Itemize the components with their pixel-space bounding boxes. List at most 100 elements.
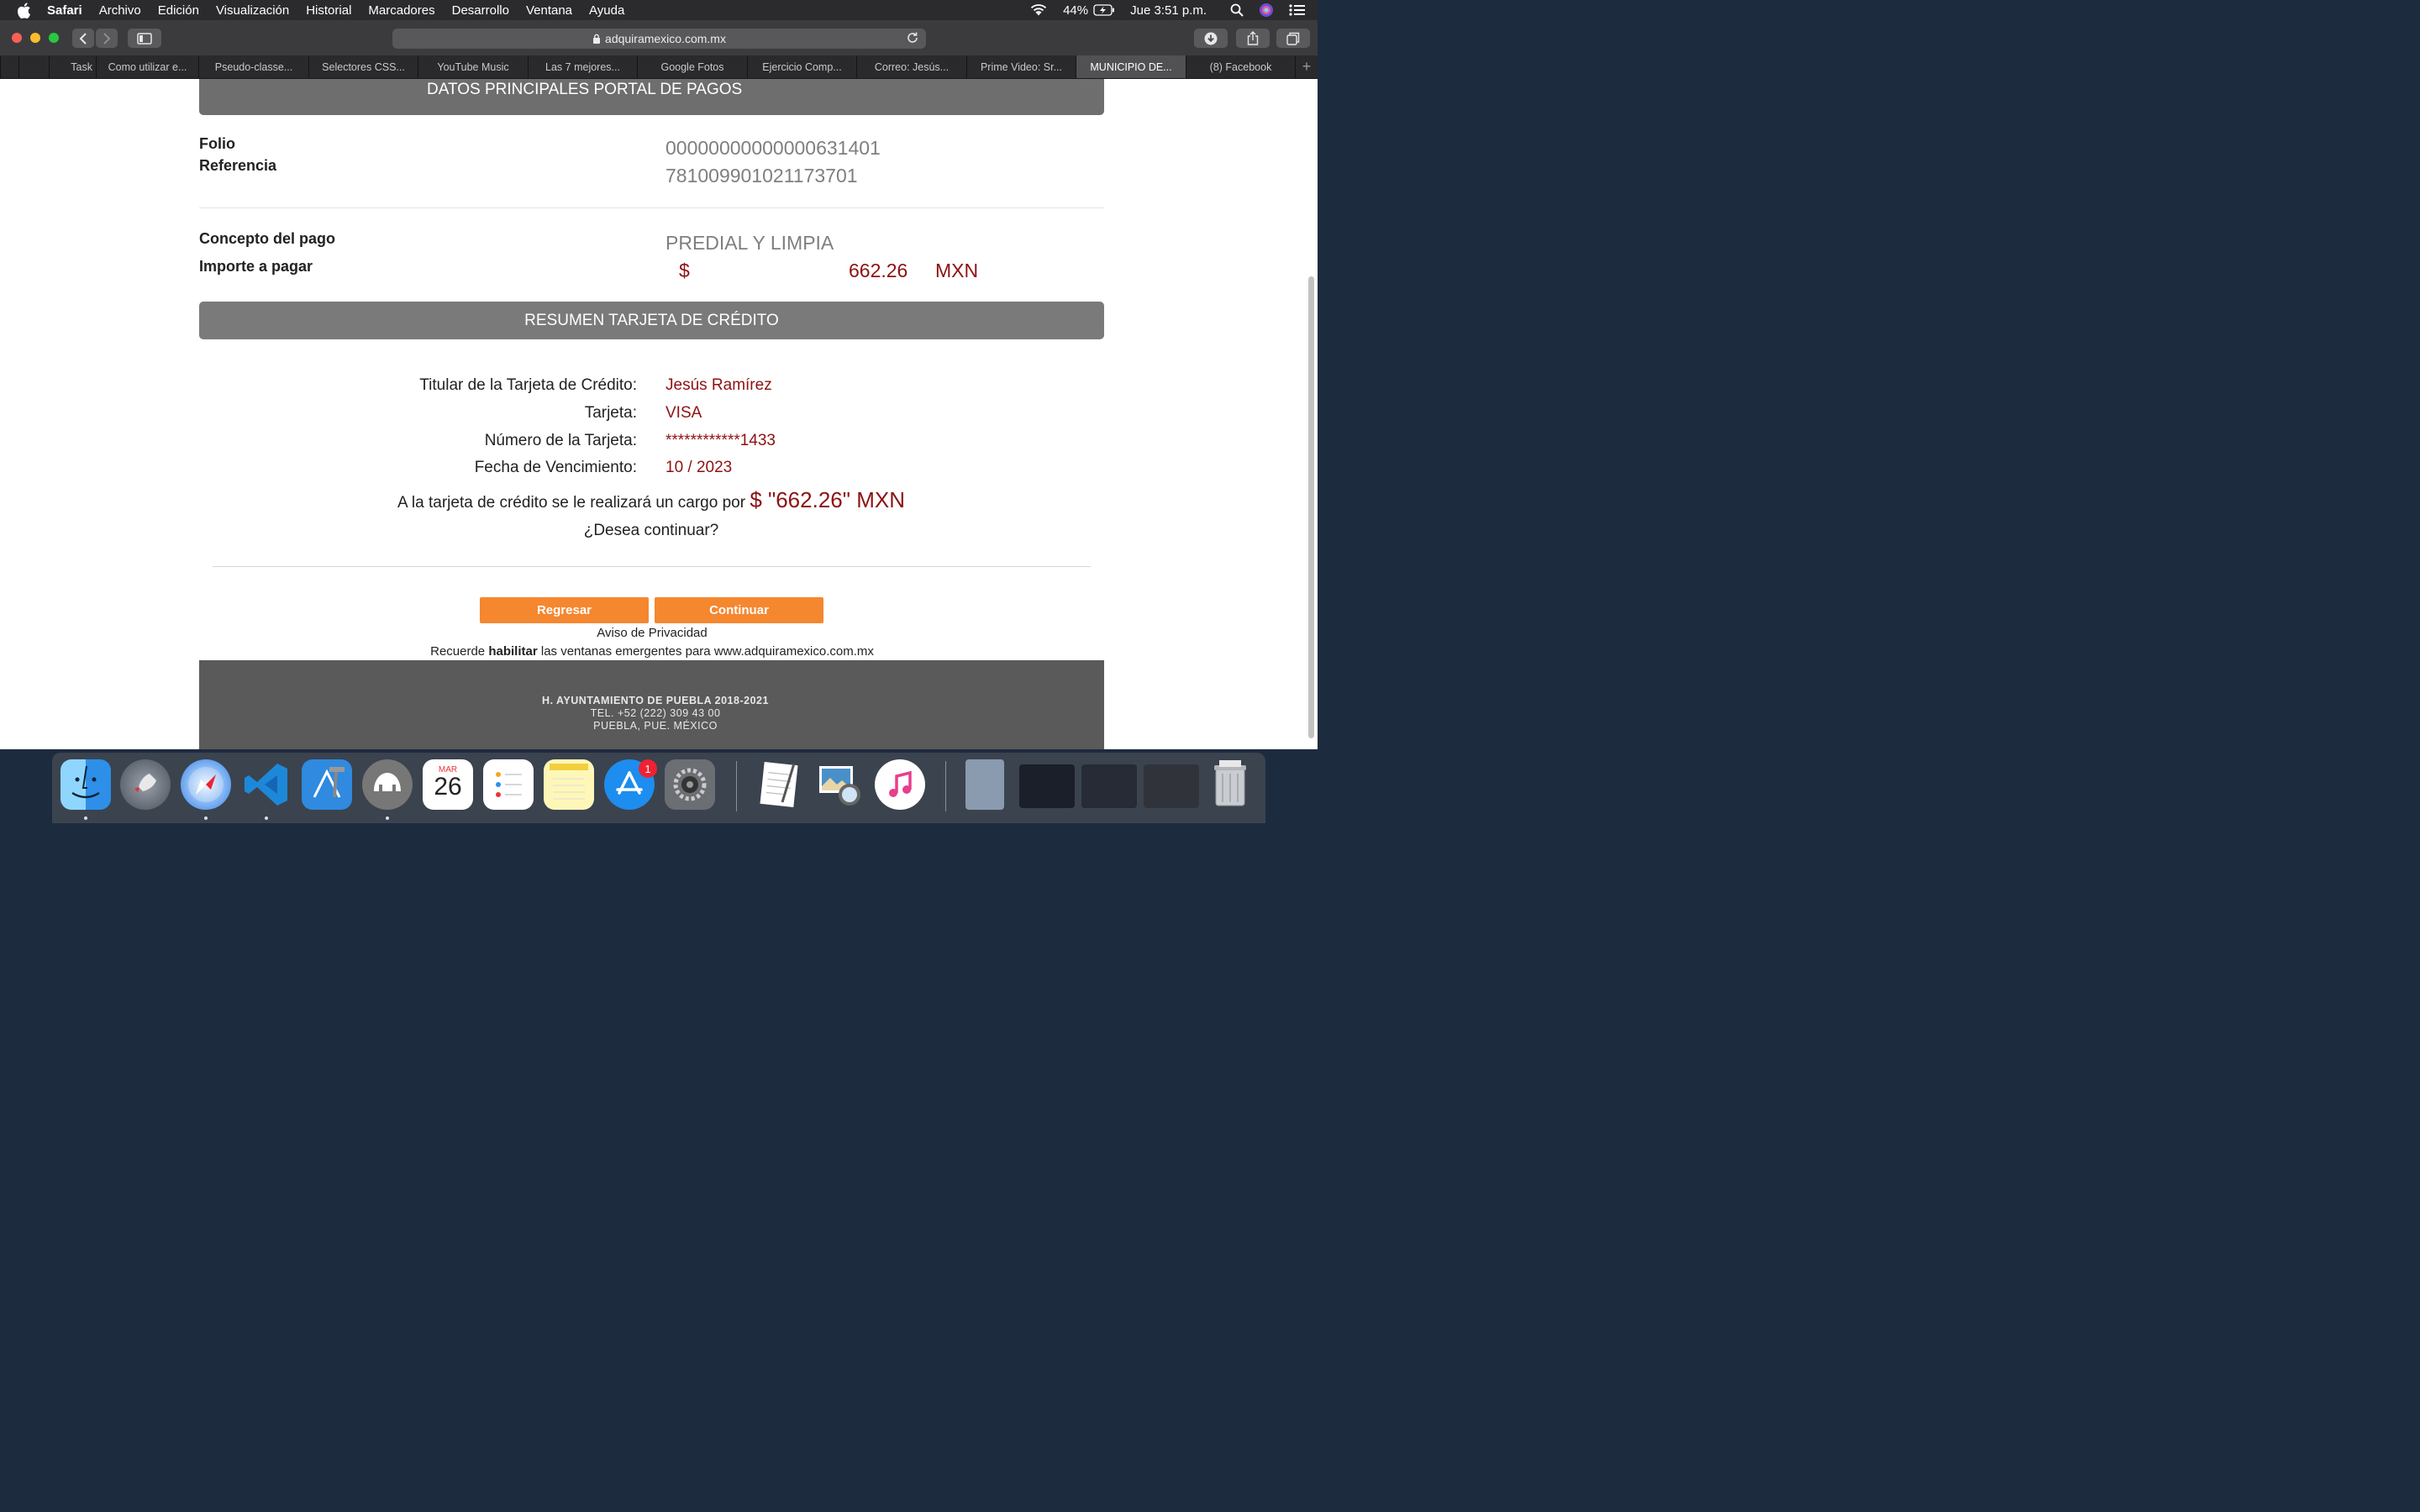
trash-icon[interactable] xyxy=(1205,759,1255,810)
system-preferences-icon[interactable] xyxy=(665,759,715,810)
site-footer: H. AYUNTAMIENTO DE PUEBLA 2018-2021 TEL.… xyxy=(199,660,1104,749)
charge-amount: $ "662.26" MXN xyxy=(750,487,905,512)
footer-line-3: PUEBLA, PUE. MÉXICO xyxy=(593,720,718,732)
charge-text: A la tarjeta de crédito se le realizará … xyxy=(397,494,746,512)
minimize-window-button[interactable] xyxy=(30,33,40,43)
tab-google-fotos[interactable]: Google Fotos xyxy=(637,55,747,78)
notes-icon[interactable] xyxy=(544,759,594,810)
dock-separator xyxy=(736,761,737,811)
numero-label: Número de la Tarjeta: xyxy=(484,432,637,449)
tab-prime-video[interactable]: Prime Video: Sr... xyxy=(966,55,1076,78)
close-window-button[interactable] xyxy=(12,33,22,43)
address-bar[interactable]: adquiramexico.com.mx xyxy=(392,29,926,49)
menu-ayuda[interactable]: Ayuda xyxy=(589,3,624,18)
window-thumbnail-3[interactable] xyxy=(1144,764,1199,808)
siri-icon[interactable] xyxy=(1259,3,1274,18)
importe-currency: MXN xyxy=(935,260,979,281)
back-button[interactable] xyxy=(72,29,94,48)
vscode-icon[interactable] xyxy=(241,759,292,810)
tab-como-utilizar[interactable]: Como utilizar e... xyxy=(96,55,198,78)
tab-correo[interactable]: Correo: Jesús... xyxy=(856,55,966,78)
xcode-icon[interactable] xyxy=(302,759,352,810)
reminder-suffix: las ventanas emergentes para www.adquira… xyxy=(540,644,874,659)
folio-label: Folio xyxy=(199,135,235,152)
zoom-window-button[interactable] xyxy=(49,33,59,43)
regresar-button[interactable]: Regresar xyxy=(480,597,649,623)
pinned-tab[interactable] xyxy=(18,55,49,78)
finder-icon[interactable] xyxy=(60,759,111,810)
referencia-label: Referencia xyxy=(199,157,277,174)
tab-bar: Task Como utilizar e... Pseudo-classe...… xyxy=(0,55,1318,79)
safari-icon[interactable] xyxy=(181,759,231,810)
tab-pseudo-classes[interactable]: Pseudo-classe... xyxy=(198,55,308,78)
calendar-icon[interactable]: MAR 26 xyxy=(423,759,473,810)
confirm-question: ¿Desea continuar? xyxy=(583,522,719,539)
importe-amount: 662.26 xyxy=(849,260,908,281)
share-button[interactable] xyxy=(1236,29,1270,48)
new-tab-button[interactable]: + xyxy=(1295,55,1318,78)
vencimiento-value: 10 / 2023 xyxy=(666,459,733,476)
privacy-link[interactable]: Aviso de Privacidad xyxy=(0,626,1304,640)
safari-toolbar: adquiramexico.com.mx xyxy=(0,20,1318,56)
section-title: DATOS PRINCIPALES PORTAL DE PAGOS xyxy=(427,81,743,98)
forward-button[interactable] xyxy=(96,29,118,48)
importe-label: Importe a pagar xyxy=(199,258,313,275)
popup-reminder: Recuerde habilitar las ventanas emergent… xyxy=(0,644,1304,659)
importe-symbol: $ xyxy=(679,260,690,281)
tab-task[interactable]: Task xyxy=(49,55,96,78)
continuar-button[interactable]: Continuar xyxy=(655,597,823,623)
section-header: DATOS PRINCIPALES PORTAL DE PAGOS xyxy=(199,79,1104,115)
footer-line-1: H. AYUNTAMIENTO DE PUEBLA 2018-2021 xyxy=(542,695,769,706)
menu-ventana[interactable]: Ventana xyxy=(526,3,572,18)
menu-desarrollo[interactable]: Desarrollo xyxy=(452,3,509,18)
reminder-bold: habilitar xyxy=(488,644,538,659)
menu-safari[interactable]: Safari xyxy=(47,3,82,18)
lock-icon xyxy=(593,34,601,44)
menu-marcadores[interactable]: Marcadores xyxy=(368,3,434,18)
pinned-tab[interactable] xyxy=(0,55,18,78)
tarjeta-value: VISA xyxy=(666,404,702,422)
apple-menu-icon[interactable] xyxy=(17,2,35,18)
dock-separator xyxy=(945,761,946,811)
tab-facebook[interactable]: (8) Facebook xyxy=(1186,55,1295,78)
wifi-icon[interactable] xyxy=(1029,3,1048,17)
spotlight-search-icon[interactable] xyxy=(1230,3,1244,17)
tab-ejercicio[interactable]: Ejercicio Comp... xyxy=(747,55,856,78)
share-icon xyxy=(1247,31,1259,45)
sidebar-icon xyxy=(137,32,152,45)
reminder-prefix: Recuerde xyxy=(430,644,486,659)
sequel-pro-icon[interactable] xyxy=(362,759,413,810)
window-thumbnail-1[interactable] xyxy=(1019,764,1075,808)
menu-edicion[interactable]: Edición xyxy=(158,3,199,18)
downloads-button[interactable] xyxy=(1194,29,1228,48)
dock: MAR 26 1 xyxy=(52,753,1265,823)
folio-value: 00000000000000631401 xyxy=(666,137,881,159)
reminders-icon[interactable] xyxy=(483,759,534,810)
battery-charging-icon[interactable] xyxy=(1093,4,1115,16)
sidebar-toggle-button[interactable] xyxy=(128,29,161,48)
window-thumbnail-2[interactable] xyxy=(1081,764,1137,808)
tab-youtube-music[interactable]: YouTube Music xyxy=(418,55,528,78)
menu-visualizacion[interactable]: Visualización xyxy=(216,3,289,18)
tab-municipio[interactable]: MUNICIPIO DE... xyxy=(1076,55,1186,78)
show-tabs-button[interactable] xyxy=(1276,29,1310,48)
tab-las-7-mejores[interactable]: Las 7 mejores... xyxy=(528,55,637,78)
chevron-right-icon xyxy=(103,32,111,45)
menu-archivo[interactable]: Archivo xyxy=(99,3,141,18)
menu-historial[interactable]: Historial xyxy=(306,3,351,18)
page-scrollbar[interactable] xyxy=(1308,276,1314,738)
downloads-stack-icon[interactable] xyxy=(965,759,1004,810)
preview-icon[interactable] xyxy=(814,759,865,810)
itunes-icon[interactable] xyxy=(875,759,925,810)
textedit-icon[interactable] xyxy=(754,759,804,810)
card-section-title: RESUMEN TARJETA DE CRÉDITO xyxy=(524,311,779,329)
reload-icon[interactable] xyxy=(906,31,919,47)
web-page: DATOS PRINCIPALES PORTAL DE PAGOS Folio … xyxy=(0,79,1318,749)
numero-value: ************1433 xyxy=(666,432,776,449)
clock[interactable]: Jue 3:51 p.m. xyxy=(1130,3,1207,18)
calendar-day: 26 xyxy=(434,772,462,801)
launchpad-icon[interactable] xyxy=(120,759,171,810)
tab-selectores-css[interactable]: Selectores CSS... xyxy=(308,55,418,78)
notification-center-icon[interactable] xyxy=(1289,3,1306,17)
footer-line-2: TEL. +52 (222) 309 43 00 xyxy=(590,707,721,719)
